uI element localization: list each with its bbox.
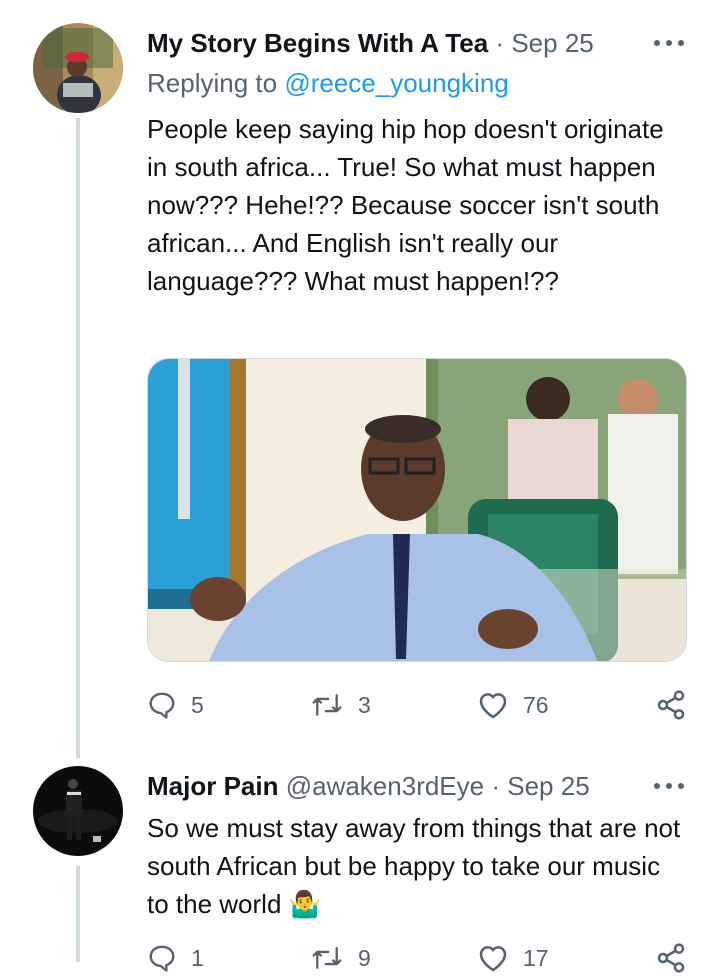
shrug-emoji: 🤷‍♂️ <box>288 889 322 919</box>
tweet-header: My Story Begins With A Tea · Sep 25 <box>147 23 616 63</box>
reply-count: 5 <box>191 691 204 718</box>
like-button[interactable]: 17 <box>477 938 549 978</box>
reply-count: 1 <box>191 944 204 971</box>
retweet-count: 9 <box>358 944 371 971</box>
like-count: 17 <box>523 944 549 971</box>
author-name[interactable]: My Story Begins With A Tea <box>147 28 488 58</box>
tweet-actions: 1 9 17 <box>147 938 690 978</box>
separator-dot: · <box>491 771 501 801</box>
like-icon <box>479 693 507 719</box>
separator-dot: · <box>495 28 505 58</box>
retweet-icon <box>312 947 342 969</box>
share-button[interactable] <box>655 685 687 725</box>
like-button[interactable]: 76 <box>477 685 549 725</box>
like-count: 76 <box>523 691 549 718</box>
tweet-text: So we must stay away from things that ar… <box>147 809 687 923</box>
tweet-image[interactable] <box>147 358 687 662</box>
reply-button[interactable]: 1 <box>147 938 204 978</box>
avatar[interactable] <box>33 23 123 113</box>
tweet-text: People keep saying hip hop doesn't origi… <box>147 114 664 296</box>
retweet-count: 3 <box>358 691 371 718</box>
reply-icon <box>149 692 175 719</box>
share-icon <box>657 690 685 720</box>
tweet-actions: 5 3 76 <box>147 685 690 725</box>
reply-icon <box>149 945 175 972</box>
author-name[interactable]: Major Pain <box>147 771 278 801</box>
reply-button[interactable]: 5 <box>147 685 204 725</box>
like-icon <box>479 946 507 972</box>
replying-to: Replying to @reece_youngking <box>147 63 509 103</box>
retweet-icon <box>312 694 342 716</box>
mention-link[interactable]: @reece_youngking <box>284 68 508 98</box>
retweet-button[interactable]: 9 <box>310 938 371 978</box>
author-handle[interactable]: @awaken3rdEye <box>286 771 484 801</box>
more-icon[interactable] <box>654 766 684 806</box>
share-icon <box>657 943 685 973</box>
tweet-date[interactable]: Sep 25 <box>507 771 589 801</box>
retweet-button[interactable]: 3 <box>310 685 371 725</box>
tweet-text-content: So we must stay away from things that ar… <box>147 813 681 919</box>
tweet-1[interactable]: My Story Begins With A Tea · Sep 25 Repl… <box>0 23 720 723</box>
more-icon[interactable] <box>654 23 684 63</box>
replying-to-label: Replying to <box>147 68 285 98</box>
tweet-2[interactable]: Major Pain @awaken3rdEye · Sep 25 So we … <box>0 766 720 973</box>
tweet-header: Major Pain @awaken3rdEye · Sep 25 <box>147 766 616 806</box>
share-button[interactable] <box>655 938 687 978</box>
avatar[interactable] <box>33 766 123 856</box>
tweet-date[interactable]: Sep 25 <box>511 28 593 58</box>
